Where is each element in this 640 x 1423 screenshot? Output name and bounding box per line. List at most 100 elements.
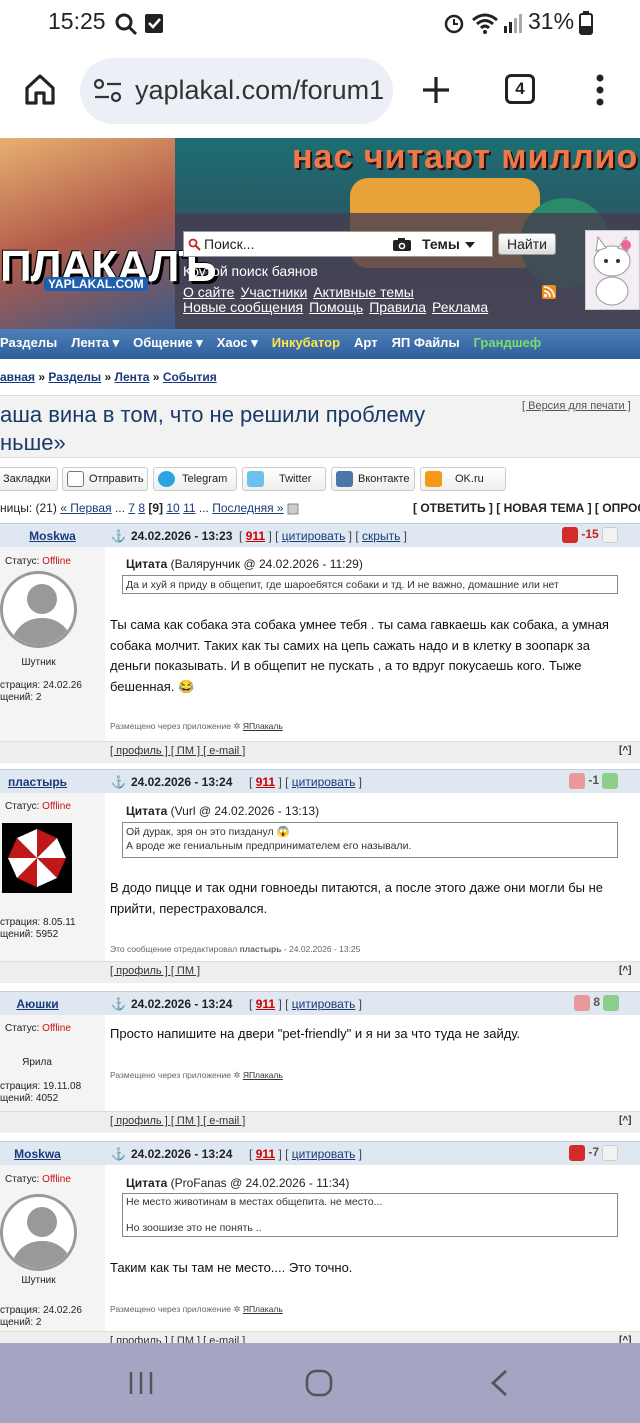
new-tab-icon[interactable] bbox=[421, 75, 451, 105]
thumb-down-icon[interactable] bbox=[569, 773, 585, 789]
nav-incubator[interactable]: Инкубатор bbox=[272, 329, 340, 357]
more-options-icon[interactable] bbox=[592, 73, 608, 107]
page-7[interactable]: 7 bbox=[128, 501, 135, 515]
report-link[interactable]: 911 bbox=[256, 997, 275, 1011]
search-button[interactable]: Найти bbox=[498, 233, 556, 255]
link-help[interactable]: Помощь bbox=[309, 299, 363, 315]
post-author[interactable]: Moskwa bbox=[0, 1147, 90, 1161]
send-button[interactable]: Отправить bbox=[62, 467, 148, 491]
page-8[interactable]: 8 bbox=[138, 501, 145, 515]
profile-links[interactable]: [ профиль ] [ ПМ ] [ e-mail ] bbox=[110, 1115, 245, 1127]
tab-switcher-button[interactable]: 4 bbox=[505, 74, 535, 104]
twitter-icon bbox=[247, 471, 264, 487]
nav-communication[interactable]: Общение ▾ bbox=[133, 329, 203, 357]
avatar[interactable] bbox=[2, 823, 72, 893]
page-10[interactable]: 10 bbox=[166, 501, 179, 515]
post-author[interactable]: Аюшки bbox=[0, 997, 90, 1011]
breadcrumb-events[interactable]: События bbox=[163, 370, 217, 384]
thumb-down-icon[interactable] bbox=[562, 527, 578, 543]
app-link[interactable]: ЯПлакаль bbox=[243, 721, 283, 731]
scroll-top-icon[interactable]: [^] bbox=[619, 745, 632, 756]
nav-art[interactable]: Арт bbox=[354, 329, 378, 357]
cite-link[interactable]: цитировать bbox=[292, 1147, 356, 1161]
link-members[interactable]: Участники bbox=[240, 284, 307, 300]
search-input[interactable]: Поиск... Темы bbox=[183, 231, 493, 257]
site-settings-icon[interactable] bbox=[94, 78, 122, 104]
topic-actions[interactable]: [ ОТВЕТИТЬ ] [ НОВАЯ ТЕМА ] [ ОПРОС ] bbox=[413, 501, 640, 515]
nav-files[interactable]: ЯП Файлы bbox=[392, 329, 460, 357]
post-text: Просто напишите на двери "pet-friendly" … bbox=[110, 1026, 521, 1041]
thumb-down-icon[interactable] bbox=[574, 995, 590, 1011]
report-link[interactable]: 911 bbox=[256, 775, 275, 789]
home-nav-icon[interactable] bbox=[305, 1369, 333, 1397]
page-first[interactable]: « Первая bbox=[60, 501, 111, 515]
thumb-down-icon[interactable] bbox=[569, 1145, 585, 1161]
page-jump-icon[interactable] bbox=[287, 503, 299, 515]
vk-button[interactable]: Вконтакте bbox=[331, 467, 415, 491]
ok-button[interactable]: OK.ru bbox=[420, 467, 506, 491]
back-icon[interactable] bbox=[488, 1369, 510, 1397]
anchor-icon[interactable]: ⚓ bbox=[111, 529, 126, 543]
app-link[interactable]: ЯПлакаль bbox=[243, 1304, 283, 1314]
breadcrumb-home[interactable]: авная bbox=[0, 370, 35, 384]
scroll-top-icon[interactable]: [^] bbox=[619, 965, 632, 976]
nav-chaos[interactable]: Хаос ▾ bbox=[217, 329, 258, 357]
recent-apps-icon[interactable] bbox=[128, 1370, 154, 1396]
thumb-up-icon[interactable] bbox=[602, 773, 619, 789]
link-active-topics[interactable]: Активные темы bbox=[313, 284, 414, 300]
link-rules[interactable]: Правила bbox=[369, 299, 426, 315]
cite-link[interactable]: цитировать bbox=[292, 997, 356, 1011]
avatar[interactable] bbox=[0, 1194, 77, 1271]
report-link[interactable]: 911 bbox=[256, 1147, 275, 1161]
scroll-top-icon[interactable]: [^] bbox=[619, 1115, 632, 1126]
app-link[interactable]: ЯПлакаль bbox=[243, 1070, 283, 1080]
thumb-up-icon[interactable] bbox=[603, 995, 620, 1011]
nav-sections[interactable]: Разделы bbox=[0, 329, 57, 357]
cite-link[interactable]: цитировать bbox=[292, 775, 356, 789]
breadcrumb-feed[interactable]: Лента bbox=[115, 370, 150, 384]
address-bar[interactable]: yaplakal.com/forum1 bbox=[80, 58, 393, 124]
post-rating: -15 bbox=[562, 527, 619, 543]
link-ads[interactable]: Реклама bbox=[432, 299, 488, 315]
thumb-up-icon[interactable] bbox=[602, 527, 619, 543]
author-panel: Статус: Offline Шутник страция: 24.02.26… bbox=[0, 1165, 105, 1335]
scroll-top-icon[interactable]: [^] bbox=[619, 1335, 632, 1343]
user-avatar[interactable] bbox=[585, 230, 640, 310]
post-author[interactable]: Moskwa bbox=[0, 529, 105, 543]
print-version-link[interactable]: [ Версия для печати ] bbox=[522, 400, 631, 412]
clipboard-check-icon bbox=[145, 14, 163, 33]
quote-line: А вроде же гениальным предпринимателем е… bbox=[126, 840, 412, 852]
rss-icon[interactable] bbox=[542, 285, 556, 299]
home-icon[interactable] bbox=[23, 72, 57, 106]
link-new-messages[interactable]: Новые сообщения bbox=[183, 299, 303, 315]
anchor-icon[interactable]: ⚓ bbox=[111, 775, 126, 789]
thumb-up-icon[interactable] bbox=[602, 1145, 619, 1161]
nav-feed[interactable]: Лента ▾ bbox=[71, 329, 119, 357]
nav-grandchef[interactable]: Грандшеф bbox=[474, 329, 542, 357]
cite-link[interactable]: цитировать bbox=[282, 529, 346, 543]
breadcrumb-sections[interactable]: Разделы bbox=[48, 370, 101, 384]
anchor-icon[interactable]: ⚓ bbox=[111, 1147, 126, 1161]
telegram-button[interactable]: Telegram bbox=[153, 467, 237, 491]
anchor-icon[interactable]: ⚓ bbox=[111, 997, 126, 1011]
page-last[interactable]: Последняя » bbox=[212, 501, 283, 515]
quote-line-empty bbox=[126, 1209, 614, 1222]
hide-link[interactable]: скрыть bbox=[362, 529, 400, 543]
page-11[interactable]: 11 bbox=[183, 501, 195, 515]
profile-links[interactable]: [ профиль ] [ ПМ ] [ e-mail ] bbox=[110, 1335, 245, 1343]
search-scope-select[interactable]: Темы bbox=[422, 236, 460, 252]
avatar[interactable] bbox=[0, 571, 77, 648]
report-link[interactable]: 911 bbox=[246, 529, 265, 543]
bookmarks-button[interactable]: Закладки bbox=[0, 467, 58, 491]
link-about[interactable]: О сайте bbox=[183, 284, 234, 300]
post-author[interactable]: пластырь bbox=[0, 775, 90, 789]
profile-links[interactable]: [ профиль ] [ ПМ ] bbox=[110, 965, 200, 977]
post-footer: [ профиль ] [ ПМ ] [ e-mail ] [^] bbox=[0, 1111, 640, 1133]
twitter-button[interactable]: Twitter bbox=[242, 467, 326, 491]
camera-icon[interactable] bbox=[392, 237, 412, 252]
site-logo-url[interactable]: YAPLAKAL.COM bbox=[44, 277, 148, 291]
post-header: Moskwa ⚓ 24.02.2026 - 13:24 [ 911 ] [ цит… bbox=[0, 1141, 640, 1165]
reg-date: страция: 24.02.26 bbox=[0, 680, 82, 691]
telegram-icon bbox=[158, 471, 175, 487]
profile-links[interactable]: [ профиль ] [ ПМ ] [ e-mail ] bbox=[110, 745, 245, 757]
